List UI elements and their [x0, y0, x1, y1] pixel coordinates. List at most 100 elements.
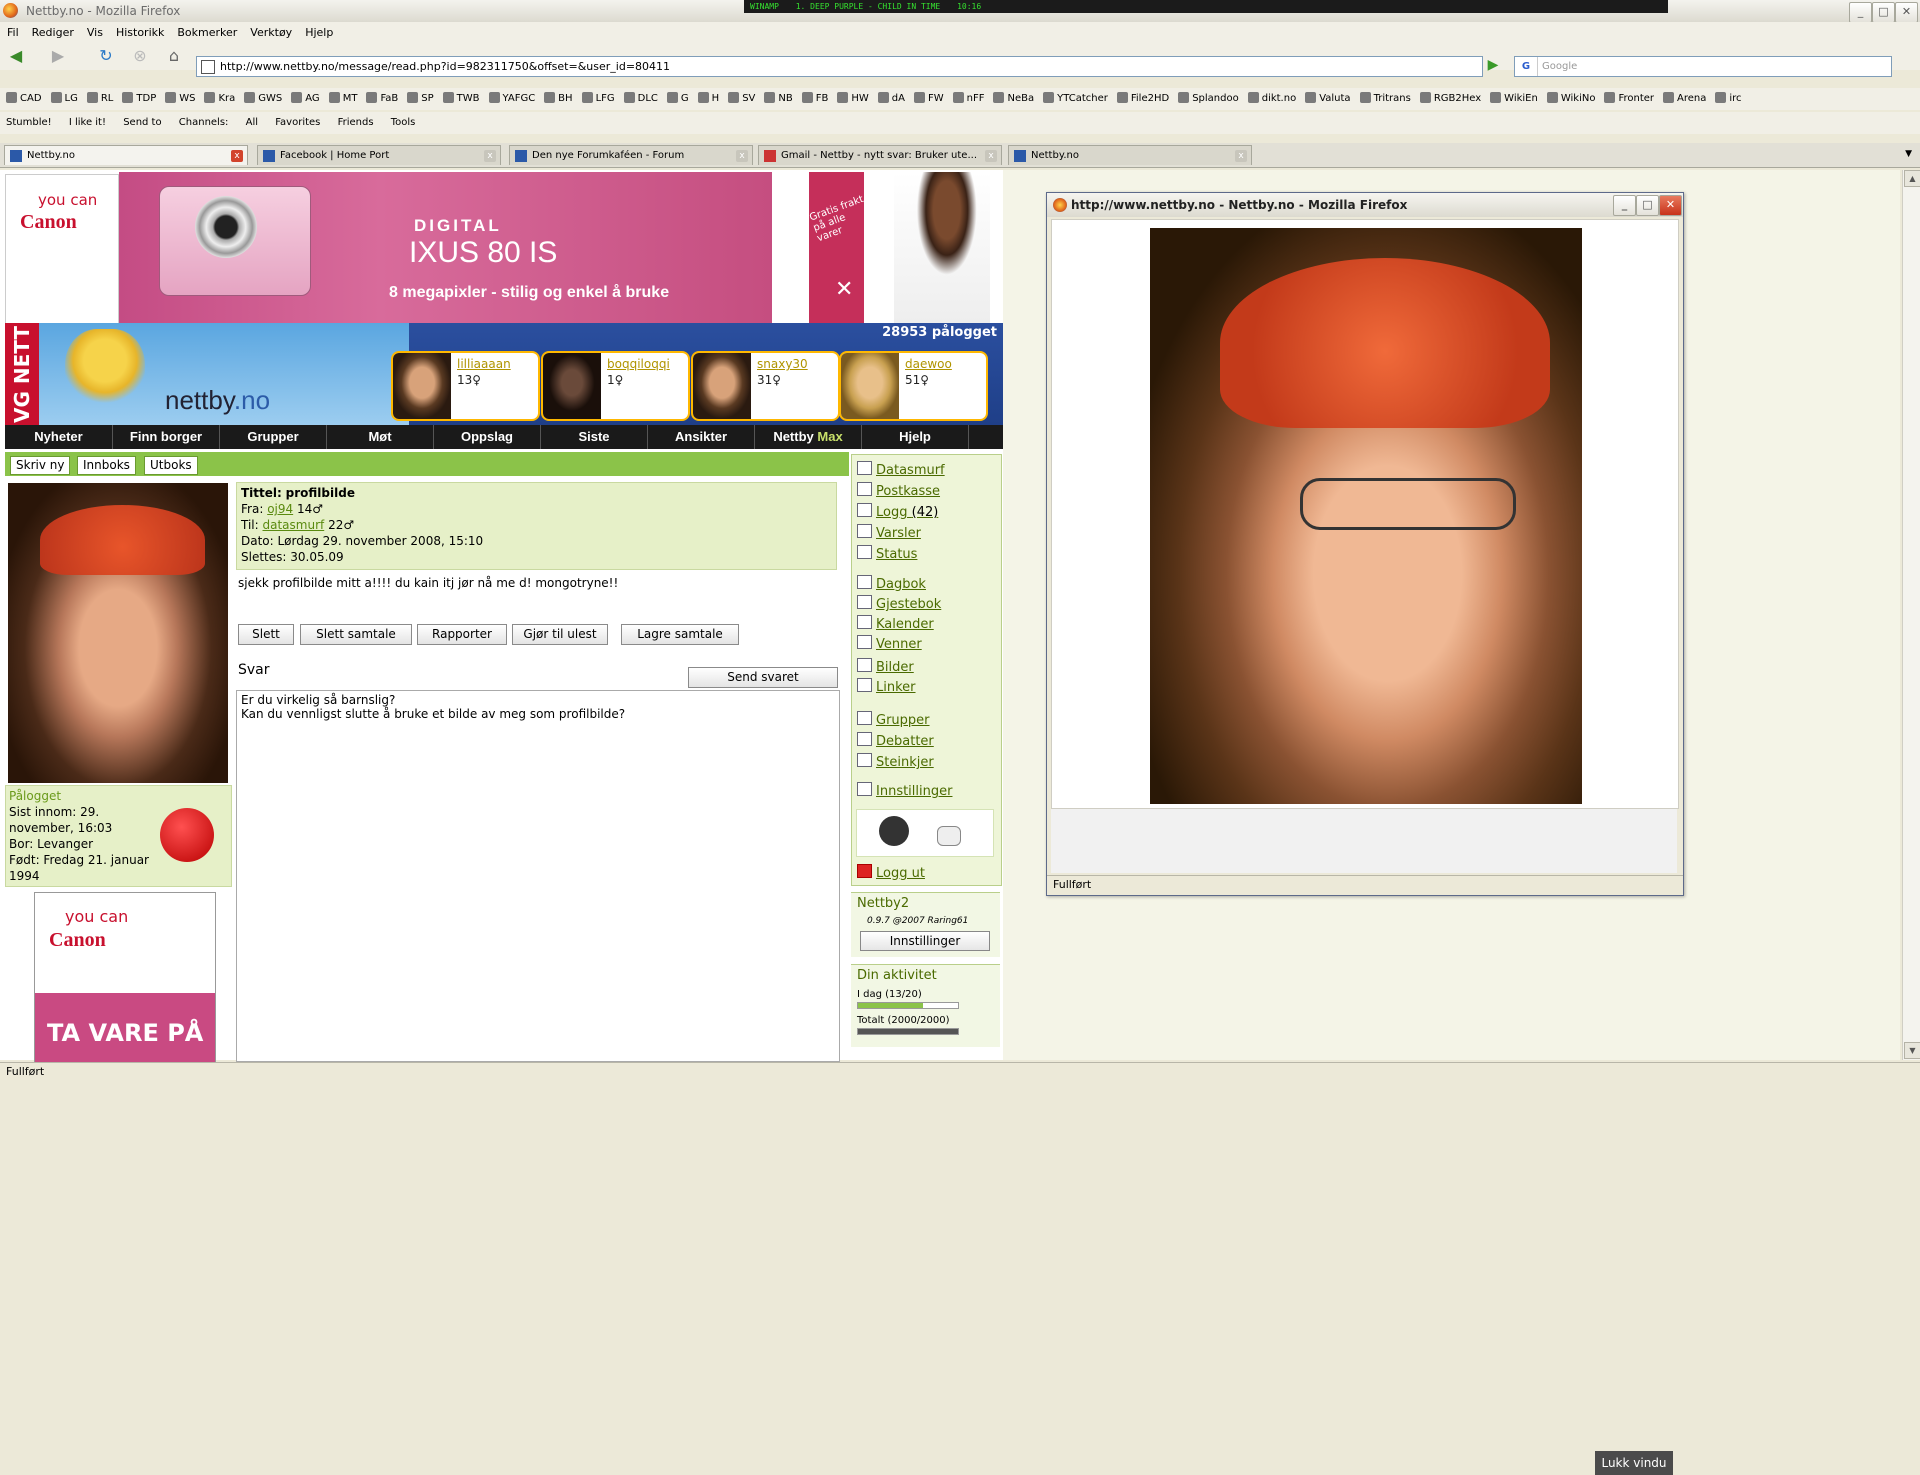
bookmark-item[interactable]: dikt.no — [1247, 88, 1296, 110]
bookmark-item[interactable]: GWS — [244, 88, 282, 110]
write-new-button[interactable]: Skriv ny — [10, 456, 71, 475]
tab-close-icon[interactable]: x — [484, 150, 496, 162]
tab-close-icon[interactable]: x — [1235, 150, 1247, 162]
popup-minimize-button[interactable]: _ — [1613, 195, 1636, 216]
search-input[interactable]: G Google — [1514, 56, 1892, 77]
bookmark-item[interactable]: YTCatcher — [1043, 88, 1108, 110]
featured-user[interactable]: snaxy30 31♀ — [691, 351, 840, 421]
bookmark-item[interactable]: nFF — [952, 88, 984, 110]
menu-edit[interactable]: Rediger — [25, 22, 80, 39]
bookmark-item[interactable]: AG — [291, 88, 320, 110]
save-conversation-button[interactable]: Lagre samtale — [621, 624, 739, 645]
profile-picture[interactable] — [8, 483, 228, 783]
bookmark-item[interactable]: Tritrans — [1359, 88, 1411, 110]
winamp-bar[interactable]: WINAMP 1. DEEP PURPLE - CHILD IN TIME 10… — [744, 0, 1668, 13]
bookmark-item[interactable]: FaB — [366, 88, 398, 110]
tab-list-icon[interactable]: ▼ — [1905, 149, 1912, 159]
bookmark-item[interactable]: WikiNo — [1546, 88, 1595, 110]
recipient-link[interactable]: datasmurf — [263, 518, 325, 532]
bookmark-item[interactable]: BH — [544, 88, 573, 110]
bookmark-item[interactable]: WS — [165, 88, 195, 110]
vertical-scrollbar[interactable]: ▲ ▼ — [1902, 170, 1920, 1060]
bookmark-item[interactable]: YAFGC — [488, 88, 535, 110]
bookmark-item[interactable]: Valuta — [1305, 88, 1351, 110]
bookmark-item[interactable]: TWB — [442, 88, 480, 110]
go-button[interactable]: ▶ — [1484, 56, 1502, 75]
nav-finn-borger[interactable]: Finn borger — [113, 425, 220, 449]
popup-maximize-button[interactable]: □ — [1636, 195, 1659, 216]
nav-hjelp[interactable]: Hjelp — [862, 425, 969, 449]
featured-user[interactable]: boqqiloqqi 1♀ — [541, 351, 690, 421]
menu-history[interactable]: Historikk — [109, 22, 170, 39]
delete-conversation-button[interactable]: Slett samtale — [300, 624, 412, 645]
nettby2-settings-button[interactable]: Innstillinger — [860, 931, 990, 951]
bookmark-item[interactable]: DLC — [623, 88, 658, 110]
sidebar-item-datasmurf[interactable]: Datasmurf — [857, 461, 945, 478]
bookmark-item[interactable]: NeBa — [993, 88, 1034, 110]
bookmark-item[interactable]: HW — [837, 88, 869, 110]
url-bar[interactable]: http://www.nettby.no/message/read.php?id… — [196, 56, 1483, 77]
bookmark-item[interactable]: CAD — [6, 88, 42, 110]
sidebar-item-bilder[interactable]: Bilder — [857, 658, 914, 675]
bookmark-item[interactable]: Kra — [204, 88, 235, 110]
tab-facebook[interactable]: Facebook | Home Port x — [257, 145, 501, 165]
send-reply-button[interactable]: Send svaret — [688, 667, 838, 688]
bookmark-item[interactable]: irc — [1715, 88, 1742, 110]
bookmark-item[interactable]: MT — [328, 88, 357, 110]
sidebar-item-steinkjer[interactable]: Steinkjer — [857, 753, 934, 770]
bookmark-item[interactable]: G — [666, 88, 689, 110]
bookmark-item[interactable]: H — [697, 88, 719, 110]
menu-tools[interactable]: Verktøy — [243, 22, 298, 39]
fashion-ad-banner[interactable]: Gratis frakt på alle varer ✕ — [808, 172, 990, 324]
menu-view[interactable]: Vis — [80, 22, 109, 39]
bookmark-item[interactable]: LG — [50, 88, 78, 110]
sidebar-item-venner[interactable]: Venner — [857, 635, 922, 652]
back-icon[interactable]: ◀ — [6, 47, 26, 65]
bookmark-item[interactable]: dA — [877, 88, 905, 110]
tab-close-icon[interactable]: x — [231, 150, 243, 162]
nav-mot[interactable]: Møt — [327, 425, 434, 449]
camera-ad-banner[interactable]: DIGITAL IXUS 80 IS 8 megapixler - stilig… — [119, 172, 772, 324]
home-icon[interactable]: ⌂ — [164, 47, 184, 65]
user-name[interactable]: boqqiloqqi — [607, 357, 670, 371]
scroll-up-arrow[interactable]: ▲ — [1904, 170, 1920, 187]
sidebar-item-kalender[interactable]: Kalender — [857, 615, 934, 632]
mark-unread-button[interactable]: Gjør til ulest — [512, 624, 608, 645]
forward-icon[interactable]: ▶ — [48, 47, 68, 65]
canon-ad-bottom[interactable]: you can Canon TA VARE PÅ — [34, 892, 216, 1064]
sidebar-item-varsler[interactable]: Varsler — [857, 524, 921, 541]
bookmark-item[interactable]: Arena — [1663, 88, 1706, 110]
bookmark-item[interactable]: NB — [764, 88, 793, 110]
bookmark-item[interactable]: File2HD — [1116, 88, 1169, 110]
sender-link[interactable]: oj94 — [267, 502, 293, 516]
bookmark-item[interactable]: WikiEn — [1490, 88, 1538, 110]
popup-close-button[interactable]: ✕ — [1659, 195, 1682, 216]
all-dropdown[interactable]: All — [246, 117, 258, 128]
reload-icon[interactable]: ↻ — [96, 47, 116, 65]
menu-file[interactable]: Fil — [0, 22, 25, 39]
send-to-button[interactable]: Send to — [123, 117, 161, 128]
user-name[interactable]: snaxy30 — [757, 357, 808, 371]
sidebar-item-status[interactable]: Status — [857, 545, 917, 562]
close-button[interactable]: ✕ — [1895, 2, 1918, 23]
tab-forum[interactable]: Den nye Forumkaféen - Forum x — [509, 145, 753, 165]
bookmark-item[interactable]: FW — [913, 88, 944, 110]
bookmark-item[interactable]: RGB2Hex — [1419, 88, 1481, 110]
scroll-down-arrow[interactable]: ▼ — [1904, 1042, 1920, 1059]
tab-close-icon[interactable]: x — [736, 150, 748, 162]
sidebar-item-gjestebok[interactable]: Gjestebok — [857, 595, 941, 612]
bookmark-item[interactable]: SV — [728, 88, 755, 110]
like-button[interactable]: I like it! — [69, 117, 106, 128]
reply-textarea[interactable]: Er du virkelig så barnslig? Kan du vennl… — [236, 690, 840, 1062]
close-window-button[interactable]: Lukk vindu — [1595, 1451, 1673, 1475]
nettby-logo[interactable]: nettby.no — [165, 385, 270, 416]
maximize-button[interactable]: □ — [1872, 2, 1895, 23]
favorites-button[interactable]: Favorites — [275, 117, 320, 128]
featured-user[interactable]: lilliaaaan 13♀ — [391, 351, 540, 421]
sidebar-item-logg[interactable]: Logg (42) — [857, 503, 938, 520]
sidebar-item-dagbok[interactable]: Dagbok — [857, 575, 926, 592]
nav-ansikter[interactable]: Ansikter — [648, 425, 755, 449]
outbox-button[interactable]: Utboks — [144, 456, 198, 475]
user-name[interactable]: lilliaaaan — [457, 357, 511, 371]
tab-close-icon[interactable]: x — [985, 150, 997, 162]
